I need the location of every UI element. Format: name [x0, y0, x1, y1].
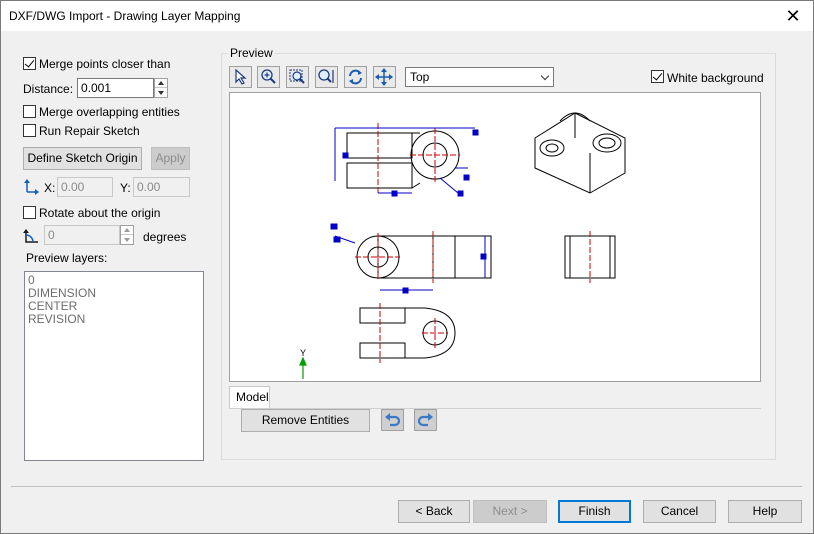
distance-spinner[interactable] [154, 78, 168, 98]
title-bar: DXF/DWG Import - Drawing Layer Mapping ✕ [1, 1, 813, 31]
window-title: DXF/DWG Import - Drawing Layer Mapping [9, 9, 241, 23]
angle-input[interactable]: 0 [44, 225, 120, 245]
run-repair-label: Run Repair Sketch [39, 124, 140, 138]
pan-icon [375, 68, 393, 86]
help-button[interactable]: Help [728, 500, 802, 523]
remove-entities-button[interactable]: Remove Entities [241, 409, 370, 432]
white-background-label: White background [667, 71, 764, 85]
zoom-window-button[interactable] [286, 66, 309, 88]
merge-points-checkbox[interactable] [23, 57, 36, 70]
cancel-button[interactable]: Cancel [643, 500, 716, 523]
redo-icon [417, 413, 433, 427]
layer-item[interactable]: REVISION [28, 313, 200, 326]
axis-y-label: Y [300, 348, 306, 358]
undo-button[interactable] [381, 409, 404, 431]
merge-points-label: Merge points closer than [39, 57, 171, 71]
run-repair-checkbox[interactable] [23, 124, 36, 137]
x-input[interactable]: 0.00 [57, 177, 113, 197]
preview-layers-list[interactable]: 0 DIMENSION CENTER REVISION [24, 271, 204, 461]
merge-overlapping-checkbox[interactable] [23, 105, 36, 118]
zoom-window-icon [289, 69, 305, 84]
rotate-label: Rotate about the origin [39, 206, 161, 220]
rotate-checkbox[interactable] [23, 206, 36, 219]
rotate-view-button[interactable] [344, 66, 367, 88]
back-button[interactable]: < Back [398, 500, 470, 523]
zoom-fit-button[interactable] [315, 66, 338, 88]
rotate-view-icon [349, 69, 362, 85]
undo-icon [385, 413, 401, 427]
distance-label: Distance: [23, 82, 74, 96]
y-label: Y: [120, 181, 131, 195]
merge-overlapping-label: Merge overlapping entities [39, 105, 180, 119]
x-label: X: [44, 181, 56, 195]
define-sketch-origin-button[interactable]: Define Sketch Origin [23, 147, 142, 170]
redo-button[interactable] [414, 409, 437, 431]
distance-input[interactable]: 0.001 [77, 78, 154, 98]
footer-divider [11, 486, 802, 487]
preview-layers-label: Preview layers: [26, 251, 108, 265]
next-button[interactable]: Next > [473, 500, 547, 523]
tab-model[interactable]: Model [229, 386, 270, 408]
view-select-value: Top [410, 70, 430, 84]
pan-button[interactable] [373, 66, 396, 88]
view-select[interactable]: Top [405, 67, 554, 87]
preview-group-label: Preview [228, 46, 275, 60]
select-cursor-icon [235, 68, 247, 85]
finish-button[interactable]: Finish [558, 500, 631, 523]
white-background-checkbox[interactable] [651, 70, 664, 83]
chevron-down-icon [540, 71, 550, 81]
close-icon[interactable]: ✕ [773, 1, 813, 31]
zoom-fit-icon [318, 69, 334, 83]
y-input[interactable]: 0.00 [133, 177, 190, 197]
drawing-preview: Y [299, 112, 626, 379]
zoom-in-button[interactable] [257, 66, 280, 88]
angle-spinner[interactable] [120, 225, 134, 245]
tab-model-label: Model [236, 390, 269, 404]
origin-axes-icon [24, 179, 39, 195]
preview-canvas[interactable]: Y [229, 92, 761, 382]
apply-button[interactable]: Apply [151, 147, 190, 170]
degrees-label: degrees [143, 230, 187, 244]
zoom-in-icon [261, 69, 276, 84]
rotate-icon [23, 229, 38, 243]
select-tool-button[interactable] [229, 66, 252, 88]
